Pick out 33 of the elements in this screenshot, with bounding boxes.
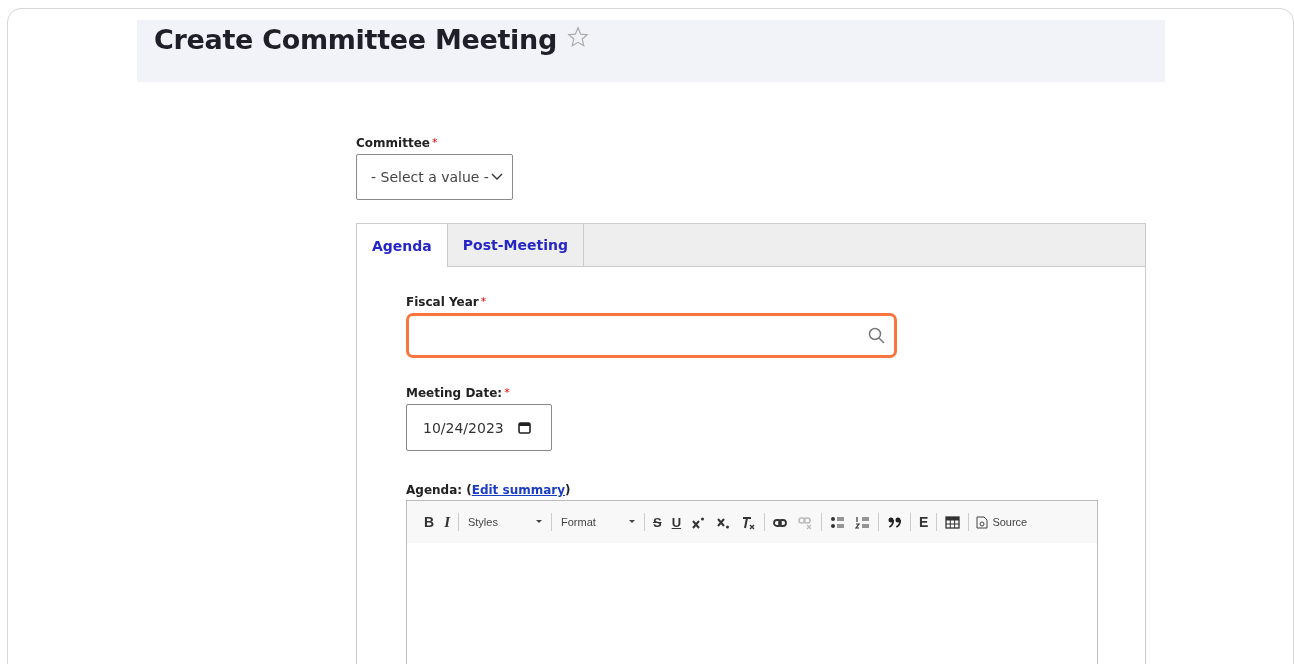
rich-text-editor[interactable]: B I Styles Format S U E Source xyxy=(406,500,1098,664)
toolbar-dropdown[interactable]: Styles xyxy=(461,516,548,528)
star-icon[interactable] xyxy=(567,26,589,48)
calendar-icon[interactable] xyxy=(517,421,531,434)
document-icon xyxy=(976,515,989,529)
field-label: Meeting Date: xyxy=(406,386,503,400)
field-label: Committee xyxy=(356,136,430,150)
field-label: Agenda: (Edit summary) xyxy=(406,483,571,497)
table-icon[interactable] xyxy=(945,514,961,530)
required-mark: * xyxy=(504,386,510,399)
format-button[interactable]: U xyxy=(666,511,687,533)
format-button[interactable]: B xyxy=(419,511,440,533)
format-button[interactable]: E xyxy=(914,511,934,533)
numbered-list-icon[interactable] xyxy=(855,514,871,530)
source-button[interactable]: Source xyxy=(972,515,1032,529)
chevron-icon xyxy=(490,173,503,181)
format-button[interactable]: S xyxy=(647,511,667,533)
date-field[interactable]: 10/24/2023 xyxy=(406,404,552,451)
field-label: Fiscal Year xyxy=(406,295,479,309)
page-title: Create Committee Meeting xyxy=(154,24,557,55)
caret-icon xyxy=(628,520,635,524)
edit-summary-link[interactable]: Edit summary xyxy=(471,483,566,497)
fiscal-year-field[interactable] xyxy=(406,313,897,358)
search-icon xyxy=(868,327,885,344)
tab[interactable]: Agenda xyxy=(357,224,448,267)
required-mark: * xyxy=(431,136,438,149)
format-button[interactable]: I xyxy=(439,511,455,533)
clear-format-icon[interactable] xyxy=(741,514,757,530)
required-mark: * xyxy=(480,295,487,308)
toolbar-dropdown[interactable]: Format xyxy=(554,516,641,528)
committee-select[interactable]: - Select a value - xyxy=(356,154,513,200)
bullet-list-icon[interactable] xyxy=(830,514,846,530)
caret-icon xyxy=(535,520,542,524)
